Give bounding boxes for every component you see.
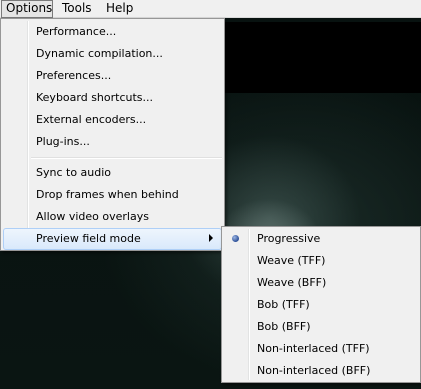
submenu-item-label: Bob (BFF) — [257, 320, 311, 333]
submenu-item-label: Non-interlaced (BFF) — [257, 364, 371, 377]
menu-item-label: Keyboard shortcuts... — [36, 91, 154, 104]
menu-item-label: Sync to audio — [36, 166, 112, 179]
submenu-item-non-interlaced-tff[interactable]: Non-interlaced (TFF) — [224, 338, 418, 360]
radio-bullet-icon — [232, 235, 239, 242]
submenu-item-label: Non-interlaced (TFF) — [257, 342, 370, 355]
menu-item-performance[interactable]: Performance... — [3, 21, 222, 43]
submenu-item-label: Progressive — [257, 232, 321, 245]
menu-item-label: Plug-ins... — [36, 135, 90, 148]
menu-item-external-encoders[interactable]: External encoders... — [3, 109, 222, 131]
menu-item-preview-field-mode[interactable]: Preview field mode — [3, 228, 222, 250]
preview-field-mode-submenu: Progressive Weave (TFF) Weave (BFF) Bob … — [221, 226, 421, 383]
menu-help[interactable]: Help — [101, 0, 141, 18]
menu-item-label: Preferences... — [36, 69, 112, 82]
submenu-item-label: Weave (TFF) — [257, 254, 326, 267]
menu-bar: Options Tools Help — [0, 0, 421, 18]
menu-item-dynamic-compilation[interactable]: Dynamic compilation... — [3, 43, 222, 65]
menu-item-drop-frames[interactable]: Drop frames when behind — [3, 184, 222, 206]
menu-item-plug-ins[interactable]: Plug-ins... — [3, 131, 222, 153]
submenu-item-weave-bff[interactable]: Weave (BFF) — [224, 272, 418, 294]
options-menu: Performance... Dynamic compilation... Pr… — [0, 18, 225, 251]
submenu-item-label: Weave (BFF) — [257, 276, 327, 289]
menu-item-keyboard-shortcuts[interactable]: Keyboard shortcuts... — [3, 87, 222, 109]
submenu-item-progressive[interactable]: Progressive — [224, 228, 418, 250]
menu-options[interactable]: Options — [1, 0, 53, 18]
menu-item-preferences[interactable]: Preferences... — [3, 65, 222, 87]
menu-item-label: Allow video overlays — [36, 210, 149, 223]
menu-item-label: Preview field mode — [36, 232, 141, 245]
menu-separator — [31, 157, 222, 159]
submenu-item-weave-tff[interactable]: Weave (TFF) — [224, 250, 418, 272]
menu-item-allow-video-overlays[interactable]: Allow video overlays — [3, 206, 222, 228]
menu-item-label: External encoders... — [36, 113, 147, 126]
submenu-item-bob-tff[interactable]: Bob (TFF) — [224, 294, 418, 316]
video-letterbox-bar — [225, 22, 421, 93]
submenu-item-non-interlaced-bff[interactable]: Non-interlaced (BFF) — [224, 360, 418, 382]
menu-item-label: Drop frames when behind — [36, 188, 179, 201]
menu-item-sync-to-audio[interactable]: Sync to audio — [3, 162, 222, 184]
chevron-right-icon — [209, 234, 213, 242]
submenu-item-bob-bff[interactable]: Bob (BFF) — [224, 316, 418, 338]
menu-item-label: Performance... — [36, 25, 117, 38]
menu-tools[interactable]: Tools — [57, 0, 99, 18]
menu-item-label: Dynamic compilation... — [36, 47, 163, 60]
submenu-item-label: Bob (TFF) — [257, 298, 310, 311]
